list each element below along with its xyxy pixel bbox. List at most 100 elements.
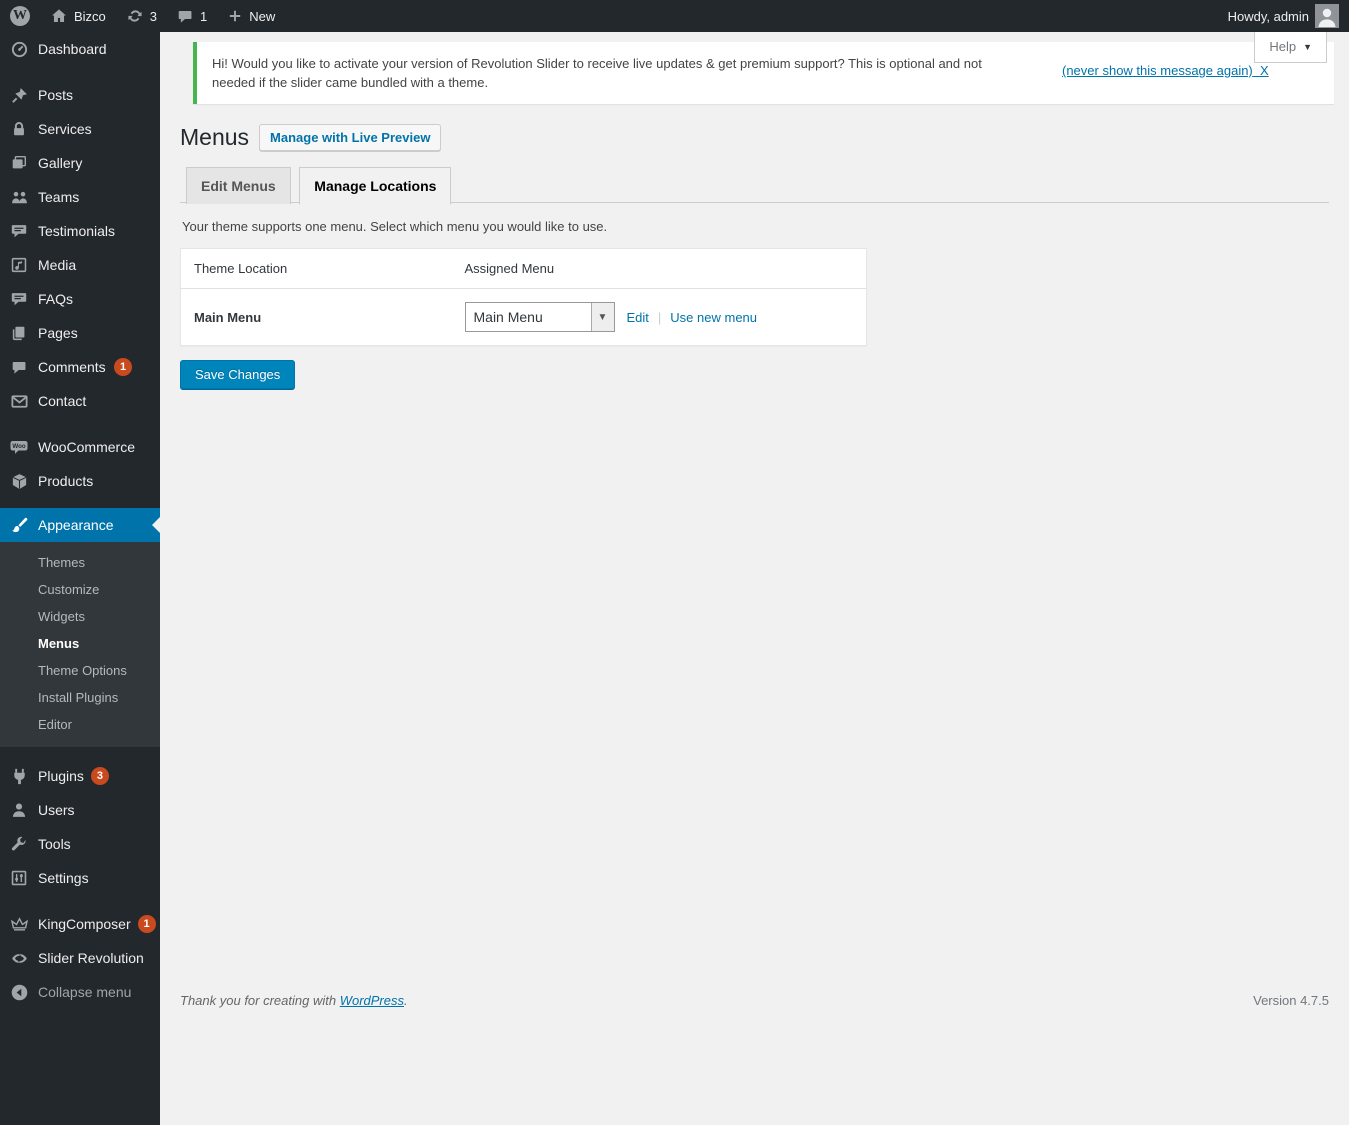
slider-revolution-icon <box>0 949 38 968</box>
sidebar-item-testimonials[interactable]: Testimonials <box>0 214 160 248</box>
submenu-item-customize[interactable]: Customize <box>0 576 160 603</box>
sidebar-item-posts[interactable]: Posts <box>0 78 160 112</box>
submenu-item-themes[interactable]: Themes <box>0 549 160 576</box>
notice-message: Hi! Would you like to activate your vers… <box>212 54 1017 92</box>
chevron-down-icon: ▼ <box>1303 42 1312 52</box>
menu-locations-table: Theme Location Assigned Menu Main Menu M… <box>180 248 867 346</box>
page-wrap: Menus Manage with Live Preview Edit Menu… <box>180 123 1329 389</box>
sidebar-item-products[interactable]: Products <box>0 464 160 498</box>
selected-menu-value: Main Menu <box>466 309 591 325</box>
crown-icon <box>0 915 38 934</box>
paintbrush-icon <box>0 516 38 535</box>
admin-sidebar: Dashboard Posts Services Gallery Teams T… <box>0 32 160 1125</box>
column-theme-location: Theme Location <box>181 249 452 289</box>
theme-menu-description: Your theme supports one menu. Select whi… <box>182 219 1327 234</box>
dismiss-x: X <box>1260 63 1269 78</box>
comment-icon <box>0 359 38 376</box>
tab-manage-locations[interactable]: Manage Locations <box>299 167 451 205</box>
sidebar-item-media[interactable]: Media <box>0 248 160 282</box>
select-chevron-icon: ▼ <box>591 303 614 331</box>
help-dropdown[interactable]: Help ▼ <box>1254 32 1327 63</box>
table-row: Main Menu Main Menu ▼ Edit | Use new men… <box>181 289 867 346</box>
faq-bubble-icon <box>0 290 38 308</box>
submenu-item-theme-options[interactable]: Theme Options <box>0 657 160 684</box>
comment-bubble-icon <box>177 8 194 25</box>
testimonial-icon <box>0 222 38 240</box>
notice-dismiss: (never show this message again) X <box>1062 63 1269 78</box>
sidebar-item-comments[interactable]: Comments 1 <box>0 350 160 384</box>
tab-edit-menus[interactable]: Edit Menus <box>186 167 291 204</box>
plus-icon <box>227 8 243 24</box>
link-divider: | <box>658 310 661 325</box>
groups-icon <box>0 188 38 207</box>
kingcomposer-count-badge: 1 <box>138 915 156 933</box>
updates-menu[interactable]: 3 <box>116 0 167 32</box>
cube-icon <box>0 472 38 491</box>
site-name: Bizco <box>74 9 106 24</box>
sidebar-item-contact[interactable]: Contact <box>0 384 160 418</box>
site-link[interactable]: Bizco <box>40 0 116 32</box>
sidebar-item-teams[interactable]: Teams <box>0 180 160 214</box>
submenu-item-editor[interactable]: Editor <box>0 711 160 738</box>
user-icon <box>0 801 38 819</box>
lock-icon <box>0 120 38 138</box>
sidebar-item-faqs[interactable]: FAQs <box>0 282 160 316</box>
collapse-menu-button[interactable]: Collapse menu <box>0 975 160 1009</box>
submenu-item-menus[interactable]: Menus <box>0 630 160 657</box>
comments-count-badge: 1 <box>114 358 132 376</box>
dismiss-link[interactable]: (never show this message again) X <box>1062 63 1269 78</box>
sidebar-item-users[interactable]: Users <box>0 793 160 827</box>
appearance-submenu: Themes Customize Widgets Menus Theme Opt… <box>0 542 160 747</box>
sidebar-item-pages[interactable]: Pages <box>0 316 160 350</box>
theme-location-name: Main Menu <box>181 289 452 346</box>
sidebar-item-appearance[interactable]: Appearance <box>0 508 160 542</box>
updates-count: 3 <box>150 9 157 24</box>
pushpin-icon <box>0 86 38 105</box>
save-changes-button[interactable]: Save Changes <box>180 360 295 389</box>
main-content: Help ▼ Hi! Would you like to activate yo… <box>160 32 1349 1125</box>
pages-icon <box>0 324 38 342</box>
sidebar-item-slider-revolution[interactable]: Slider Revolution <box>0 941 160 975</box>
sidebar-item-settings[interactable]: Settings <box>0 861 160 895</box>
sidebar-item-dashboard[interactable]: Dashboard <box>0 32 160 66</box>
admin-footer: Thank you for creating with WordPress. V… <box>180 993 1329 1008</box>
sidebar-item-woocommerce[interactable]: Woo WooCommerce <box>0 430 160 464</box>
manage-with-live-preview-button[interactable]: Manage with Live Preview <box>259 124 441 151</box>
submenu-item-install-plugins[interactable]: Install Plugins <box>0 684 160 711</box>
version-text: Version 4.7.5 <box>1253 993 1329 1008</box>
sidebar-item-plugins[interactable]: Plugins 3 <box>0 759 160 793</box>
wordpress-logo-icon: W <box>10 6 30 26</box>
sliders-icon <box>0 869 38 887</box>
avatar <box>1315 4 1339 28</box>
woocommerce-icon: Woo <box>0 437 38 457</box>
footer-thanks: Thank you for creating with WordPress. <box>180 993 408 1008</box>
assigned-menu-select[interactable]: Main Menu ▼ <box>465 302 615 332</box>
edit-menu-link[interactable]: Edit <box>627 310 649 325</box>
howdy-text: Howdy, admin <box>1228 9 1309 24</box>
use-new-menu-link[interactable]: Use new menu <box>670 310 757 325</box>
plugins-count-badge: 3 <box>91 767 109 785</box>
comments-count: 1 <box>200 9 207 24</box>
my-account-menu[interactable]: Howdy, admin <box>1218 4 1349 28</box>
submenu-item-widgets[interactable]: Widgets <box>0 603 160 630</box>
wordpress-logo-menu[interactable]: W <box>0 0 40 32</box>
sidebar-item-gallery[interactable]: Gallery <box>0 146 160 180</box>
collapse-arrow-icon <box>0 983 38 1002</box>
revolution-slider-notice: Hi! Would you like to activate your vers… <box>193 42 1334 104</box>
sidebar-item-tools[interactable]: Tools <box>0 827 160 861</box>
svg-text:Woo: Woo <box>12 443 26 450</box>
envelope-icon <box>0 392 38 411</box>
sidebar-item-services[interactable]: Services <box>0 112 160 146</box>
wordpress-link[interactable]: WordPress <box>340 993 404 1008</box>
wrench-icon <box>0 835 38 853</box>
page-title: Menus <box>180 123 249 152</box>
help-label: Help <box>1269 39 1296 54</box>
update-icon <box>126 7 144 25</box>
admin-bar: W Bizco 3 1 New Howdy, admin <box>0 0 1349 32</box>
comments-menu[interactable]: 1 <box>167 0 217 32</box>
plugin-icon <box>0 767 38 786</box>
new-content-menu[interactable]: New <box>217 0 285 32</box>
sidebar-item-kingcomposer[interactable]: KingComposer 1 <box>0 907 160 941</box>
dashboard-icon <box>0 40 38 59</box>
media-icon <box>0 256 38 274</box>
